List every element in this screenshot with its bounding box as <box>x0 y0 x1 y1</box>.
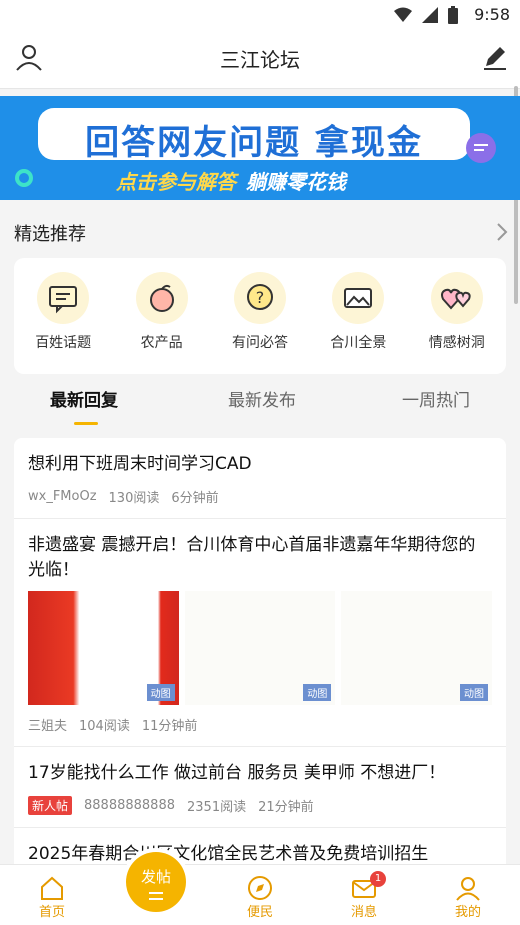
banner-sub-a: 点击参与解答 <box>116 170 236 194</box>
chevron-right-icon[interactable] <box>496 222 508 242</box>
ring-icon <box>15 169 33 187</box>
post-author: 88888888888 <box>84 798 175 813</box>
banner-subtitle: 点击参与解答 躺赚零花钱 <box>116 166 346 195</box>
tab-weekly-hot[interactable]: 一周热门 <box>402 386 470 411</box>
post-button[interactable]: 发帖 <box>126 852 186 912</box>
banner-title: 回答网友问题 拿现金 <box>85 123 423 163</box>
post-title: 非遗盛宴 震撼开启！合川体育中心首届非遗嘉年华期待您的光临！ <box>28 535 476 580</box>
category-baixing[interactable]: 百姓话题 <box>18 272 108 374</box>
compass-icon <box>248 876 272 900</box>
post-image[interactable]: 动图 <box>341 591 493 705</box>
tab-indicator <box>74 422 98 425</box>
gif-badge: 动图 <box>460 684 489 701</box>
category-youwen[interactable]: ? 有问必答 <box>215 272 305 374</box>
status-bar: 9:58 <box>0 0 520 30</box>
bottom-nav: 首页 便民 1 消息 我的 <box>0 864 520 925</box>
tab-latest-post[interactable]: 最新发布 <box>228 386 296 411</box>
category-grid: 百姓话题 农产品 ? 有问必答 合川全景 情感树洞 <box>14 258 506 374</box>
post-meta: 新人帖 88888888888 2351阅读 21分钟前 <box>28 796 492 815</box>
category-label: 百姓话题 <box>35 335 92 351</box>
signal-icon <box>422 7 438 23</box>
banner-bubble: 回答网友问题 拿现金 <box>38 108 470 163</box>
category-quanjing[interactable]: 合川全景 <box>313 272 403 374</box>
new-user-badge: 新人帖 <box>28 796 73 815</box>
post-meta: 三姐夫 104阅读 11分钟前 <box>28 715 492 734</box>
post-time: 21分钟前 <box>258 800 314 815</box>
post-button-label: 发帖 <box>140 868 171 886</box>
list-item[interactable]: 想利用下班周末时间学习CAD wx_FMoOz 130阅读 6分钟前 <box>14 438 506 519</box>
tab-latest-reply[interactable]: 最新回复 <box>50 386 118 411</box>
chat-icon <box>37 272 90 324</box>
nav-label: 便民 <box>246 905 273 920</box>
category-label: 农产品 <box>140 335 183 351</box>
nav-label: 我的 <box>454 905 481 920</box>
post-image[interactable]: 动图 <box>28 591 179 705</box>
chat-bubble-icon <box>466 133 496 163</box>
list-item[interactable]: 非遗盛宴 震撼开启！合川体育中心首届非遗嘉年华期待您的光临！ 动图 动图 动图 … <box>14 519 506 747</box>
status-time: 9:58 <box>474 5 510 24</box>
list-item[interactable]: 17岁能找什么工作 做过前台 服务员 美甲师 不想进厂！ 新人帖 8888888… <box>14 747 506 828</box>
nav-label: 首页 <box>38 905 65 920</box>
category-label: 情感树洞 <box>428 335 485 351</box>
post-feed: 想利用下班周末时间学习CAD wx_FMoOz 130阅读 6分钟前 非遗盛宴 … <box>14 438 506 868</box>
person-icon <box>456 877 480 901</box>
post-title: 17岁能找什么工作 做过前台 服务员 美甲师 不想进厂！ <box>28 763 446 783</box>
post-image[interactable]: 动图 <box>184 591 336 705</box>
peach-icon <box>135 272 188 324</box>
question-icon: ? <box>233 272 286 324</box>
nav-service[interactable]: 便民 <box>230 873 290 920</box>
featured-header[interactable]: 精选推荐 <box>0 212 520 252</box>
post-time: 11分钟前 <box>141 719 198 734</box>
edit-icon[interactable] <box>480 42 510 72</box>
category-label: 合川全景 <box>330 335 387 351</box>
wifi-icon <box>394 7 412 22</box>
post-author: 三姐夫 <box>28 719 68 734</box>
post-author: wx_FMoOz <box>28 489 97 504</box>
home-icon <box>41 876 63 900</box>
category-nongchanpin[interactable]: 农产品 <box>117 272 207 374</box>
post-reads: 130阅读 <box>108 491 160 506</box>
featured-title: 精选推荐 <box>14 224 86 245</box>
menu-lines-icon <box>149 892 163 900</box>
nav-mine[interactable]: 我的 <box>438 873 498 920</box>
battery-icon <box>448 6 458 24</box>
banner-sub-b: 躺赚零花钱 <box>246 170 346 194</box>
hearts-icon <box>430 272 483 324</box>
page-title: 三江论坛 <box>220 48 300 72</box>
feed-tabs: 最新回复 最新发布 一周热门 <box>0 374 520 425</box>
gif-badge: 动图 <box>146 684 175 701</box>
post-reads: 104阅读 <box>79 719 130 734</box>
message-badge: 1 <box>370 871 386 887</box>
gif-badge: 动图 <box>303 684 332 701</box>
nav-messages[interactable]: 1 消息 <box>334 871 394 920</box>
post-images: 动图 动图 动图 <box>28 591 493 705</box>
svg-text:?: ? <box>256 288 265 307</box>
category-label: 有问必答 <box>231 335 288 351</box>
post-time: 6分钟前 <box>171 491 219 506</box>
nav-label: 消息 <box>350 905 377 920</box>
list-item[interactable]: 2025年春期合川区文化馆全民艺术普及免费培训招生 <box>14 828 506 868</box>
category-shudong[interactable]: 情感树洞 <box>412 272 502 374</box>
nav-home[interactable]: 首页 <box>22 873 82 920</box>
app-bar: 三江论坛 <box>0 30 520 89</box>
promo-banner[interactable]: 回答网友问题 拿现金 点击参与解答 躺赚零花钱 <box>0 96 520 200</box>
panorama-icon <box>332 272 385 324</box>
post-meta: wx_FMoOz 130阅读 6分钟前 <box>28 487 492 506</box>
post-title: 想利用下班周末时间学习CAD <box>28 454 252 474</box>
post-reads: 2351阅读 <box>187 800 247 815</box>
